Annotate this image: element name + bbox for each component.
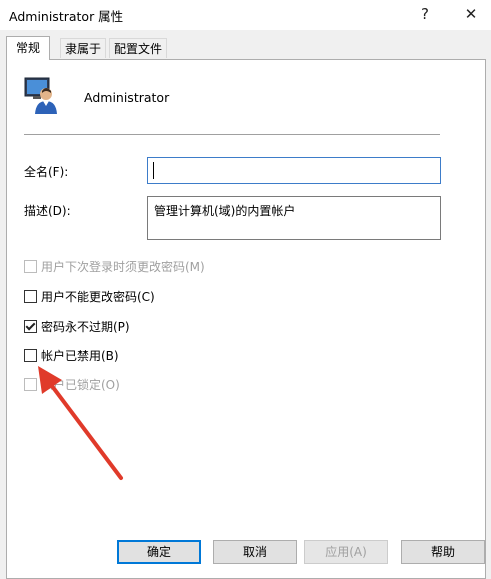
full-name-input[interactable] [147, 157, 441, 184]
option-label: 用户不能更改密码(C) [41, 289, 155, 304]
checkbox[interactable] [24, 259, 37, 273]
title-bar: Administrator 属性 ? ✕ [0, 0, 491, 30]
description-label: 描述(D): [24, 204, 71, 218]
option-label: 帐户已禁用(B) [41, 348, 119, 363]
text-caret [153, 162, 154, 179]
account-locked-option[interactable]: 帐户已锁定(O) [24, 376, 120, 392]
checkbox[interactable] [24, 289, 37, 303]
ok-button[interactable]: 确定 [117, 540, 201, 564]
checkbox[interactable] [24, 377, 37, 391]
tab-member-of[interactable]: 隶属于 [60, 38, 106, 58]
cannot-change-password-option[interactable]: 用户不能更改密码(C) [24, 288, 155, 304]
checkbox-checked[interactable] [24, 319, 37, 333]
option-label: 帐户已锁定(O) [41, 377, 120, 392]
cancel-button[interactable]: 取消 [213, 540, 297, 564]
account-name: Administrator [84, 90, 170, 105]
user-account-icon [24, 77, 57, 114]
help-button[interactable]: 帮助 [401, 540, 485, 564]
must-change-password-option[interactable]: 用户下次登录时须更改密码(M) [24, 258, 205, 274]
tab-general[interactable]: 常规 [6, 36, 50, 60]
help-title-button[interactable]: ? [406, 3, 444, 25]
apply-button[interactable]: 应用(A) [304, 540, 388, 564]
option-label: 用户下次登录时须更改密码(M) [41, 259, 205, 274]
option-label: 密码永不过期(P) [41, 319, 130, 334]
close-button[interactable]: ✕ [452, 3, 490, 25]
window-title: Administrator 属性 [9, 9, 124, 24]
divider [24, 134, 440, 135]
tab-profile[interactable]: 配置文件 [109, 38, 167, 58]
account-disabled-option[interactable]: 帐户已禁用(B) [24, 347, 119, 363]
description-input[interactable]: 管理计算机(域)的内置帐户 [147, 196, 441, 240]
password-never-expires-option[interactable]: 密码永不过期(P) [24, 318, 130, 334]
full-name-label: 全名(F): [24, 165, 69, 179]
checkbox[interactable] [24, 348, 37, 362]
